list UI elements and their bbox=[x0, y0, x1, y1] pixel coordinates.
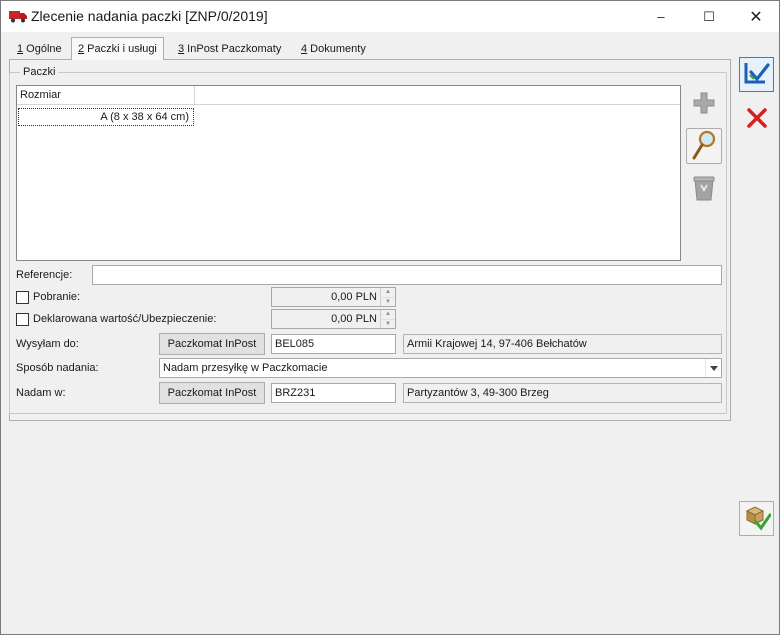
title-bar: Zlecenie nadania paczki [ZNP/0/2019] – ☐… bbox=[1, 1, 779, 32]
spin-down-icon[interactable]: ▼ bbox=[381, 297, 395, 306]
method-select[interactable]: Nadam przesyłkę w Paczkomacie bbox=[159, 358, 722, 378]
minimize-button[interactable]: – bbox=[638, 1, 684, 32]
save-icon bbox=[743, 60, 771, 89]
spin-up-icon[interactable]: ▲ bbox=[381, 310, 395, 319]
cancel-button[interactable] bbox=[739, 102, 774, 137]
send-from-label: Nadam w: bbox=[16, 387, 66, 399]
close-icon: ✕ bbox=[749, 8, 763, 26]
table-row[interactable]: A (8 x 38 x 64 cm) bbox=[18, 108, 194, 126]
declared-value-field[interactable]: 0,00 PLN ▲ ▼ bbox=[271, 309, 396, 329]
cod-amount-field[interactable]: 0,00 PLN ▲ ▼ bbox=[271, 287, 396, 307]
packages-group-label: Paczki bbox=[20, 66, 59, 78]
save-button[interactable] bbox=[739, 57, 774, 92]
spin-up-icon[interactable]: ▲ bbox=[381, 288, 395, 297]
trash-icon bbox=[692, 174, 716, 205]
delete-package-button[interactable] bbox=[686, 171, 722, 207]
send-to-code-input[interactable]: BEL085 bbox=[271, 334, 396, 354]
window-title: Zlecenie nadania paczki [ZNP/0/2019] bbox=[31, 8, 268, 24]
send-package-button[interactable] bbox=[739, 501, 774, 536]
send-to-locker-button[interactable]: Paczkomat InPost bbox=[159, 333, 265, 355]
maximize-icon: ☐ bbox=[703, 8, 715, 24]
close-button[interactable]: ✕ bbox=[733, 1, 779, 32]
send-to-label: Wysyłam do: bbox=[16, 338, 79, 350]
send-to-address: Armii Krajowej 14, 97-406 Bełchatów bbox=[403, 334, 722, 354]
declared-value-amount: 0,00 PLN bbox=[331, 313, 377, 325]
declared-value-label: Deklarowana wartość/Ubezpieczenie: bbox=[33, 313, 217, 325]
declared-value-spinner[interactable]: ▲ ▼ bbox=[380, 310, 395, 328]
send-from-address: Partyzantów 3, 49-300 Brzeg bbox=[403, 383, 722, 403]
delivery-truck-icon bbox=[9, 9, 27, 23]
reference-input[interactable] bbox=[92, 265, 722, 285]
cod-spinner[interactable]: ▲ ▼ bbox=[380, 288, 395, 306]
cancel-icon bbox=[745, 106, 769, 133]
declared-value-checkbox[interactable] bbox=[16, 313, 29, 326]
view-package-button[interactable] bbox=[686, 128, 722, 164]
cod-checkbox[interactable] bbox=[16, 291, 29, 304]
cod-label: Pobranie: bbox=[33, 291, 81, 303]
method-value: Nadam przesyłkę w Paczkomacie bbox=[163, 362, 328, 374]
add-icon bbox=[692, 91, 716, 118]
send-package-icon bbox=[743, 503, 771, 534]
grid-header: Rozmiar bbox=[17, 86, 680, 105]
cod-amount-value: 0,00 PLN bbox=[331, 291, 377, 303]
method-label: Sposób nadania: bbox=[16, 362, 99, 374]
send-from-code-input[interactable]: BRZ231 bbox=[271, 383, 396, 403]
dialog-window: Zlecenie nadania paczki [ZNP/0/2019] – ☐… bbox=[0, 0, 780, 635]
packages-grid[interactable]: Rozmiar A (8 x 38 x 64 cm) bbox=[16, 85, 681, 261]
tab-packages[interactable]: 2 Paczki i usługi bbox=[71, 37, 164, 60]
minimize-icon: – bbox=[657, 9, 665, 24]
chevron-down-icon[interactable] bbox=[705, 359, 721, 377]
spin-down-icon[interactable]: ▼ bbox=[381, 319, 395, 328]
magnifier-icon bbox=[691, 130, 717, 163]
column-size[interactable]: Rozmiar bbox=[17, 86, 195, 105]
tab-general[interactable]: 1 Ogólne bbox=[11, 41, 68, 59]
maximize-button[interactable]: ☐ bbox=[686, 1, 732, 32]
tab-inpost-lockers[interactable]: 3 InPost Paczkomaty bbox=[172, 41, 287, 59]
reference-label: Referencje: bbox=[16, 269, 73, 281]
send-from-locker-button[interactable]: Paczkomat InPost bbox=[159, 382, 265, 404]
tab-documents[interactable]: 4 Dokumenty bbox=[295, 41, 372, 59]
add-package-button[interactable] bbox=[686, 86, 722, 122]
